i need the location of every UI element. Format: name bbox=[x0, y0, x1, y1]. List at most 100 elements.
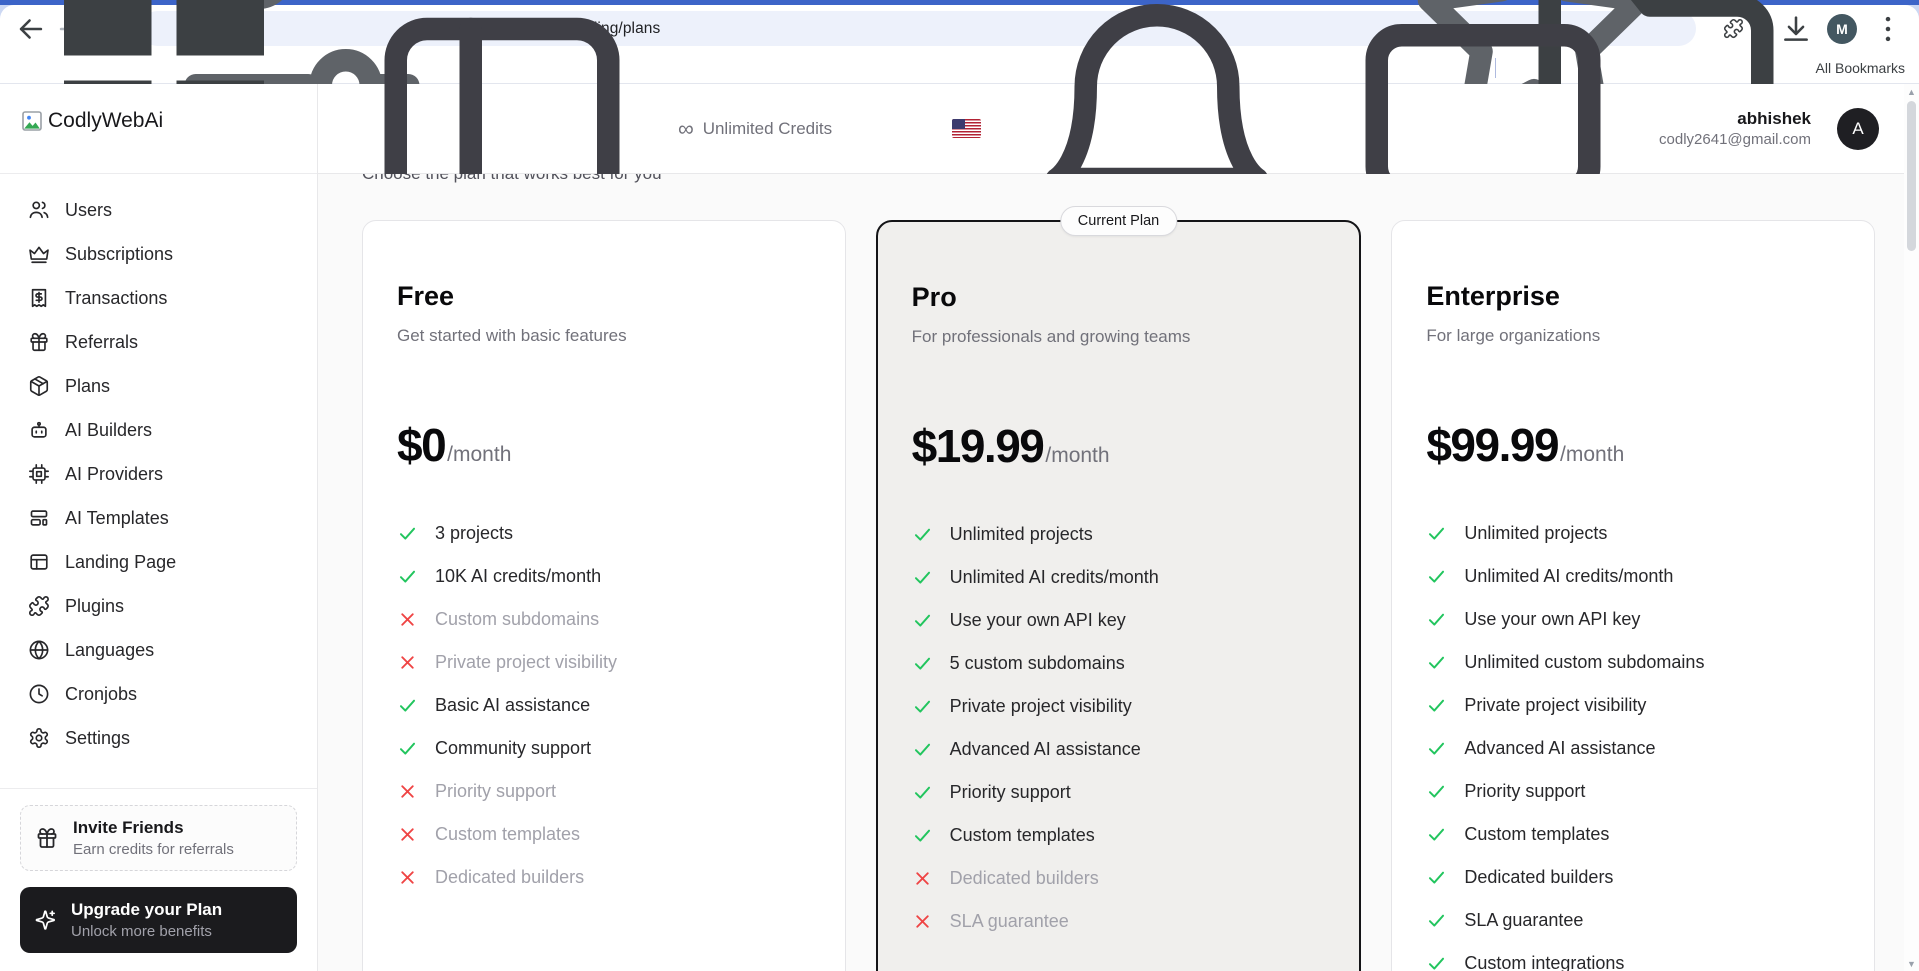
sidebar-item-plans[interactable]: Plans bbox=[0, 364, 317, 408]
plan-features: Unlimited projectsUnlimited AI credits/m… bbox=[1426, 512, 1840, 971]
plan-features: 3 projects10K AI credits/monthCustom sub… bbox=[397, 512, 811, 899]
plan-card-pro: Current PlanProFor professionals and gro… bbox=[876, 220, 1362, 971]
x-icon bbox=[397, 652, 418, 673]
feature-row: Custom templates bbox=[1426, 813, 1840, 856]
sidebar-item-label: AI Providers bbox=[65, 464, 163, 485]
feature-row: Priority support bbox=[912, 771, 1326, 814]
upgrade-plan-title: Upgrade your Plan bbox=[71, 900, 222, 920]
plan-price-row: $0/month bbox=[397, 418, 811, 472]
feature-row: 10K AI credits/month bbox=[397, 555, 811, 598]
feature-label: Private project visibility bbox=[435, 652, 617, 673]
feature-label: Private project visibility bbox=[950, 696, 1132, 717]
sidebar-item-ai-providers[interactable]: AI Providers bbox=[0, 452, 317, 496]
feature-label: Custom templates bbox=[950, 825, 1095, 846]
feature-label: Advanced AI assistance bbox=[950, 739, 1141, 760]
sidebar-item-cronjobs[interactable]: Cronjobs bbox=[0, 672, 317, 716]
sidebar-item-settings[interactable]: Settings bbox=[0, 716, 317, 760]
gear-icon bbox=[28, 727, 50, 749]
plan-name: Enterprise bbox=[1426, 281, 1840, 312]
upgrade-plan-button[interactable]: Upgrade your Plan Unlock more benefits bbox=[20, 887, 297, 953]
app-header: ∞ Unlimited Credits abhishek codly2641@g… bbox=[318, 84, 1919, 174]
feature-row: Private project visibility bbox=[397, 641, 811, 684]
feature-row: Community support bbox=[397, 727, 811, 770]
sidebar-item-users[interactable]: Users bbox=[0, 188, 317, 232]
sparkles-icon bbox=[34, 909, 57, 932]
feature-row: Priority support bbox=[1426, 770, 1840, 813]
check-icon bbox=[912, 653, 933, 674]
language-flag-us[interactable] bbox=[952, 119, 981, 138]
feature-label: SLA guarantee bbox=[1464, 910, 1583, 931]
sidebar-item-label: Plugins bbox=[65, 596, 124, 617]
feature-label: Custom templates bbox=[1464, 824, 1609, 845]
scrollbar-thumb[interactable] bbox=[1907, 101, 1916, 251]
plan-price: $0 bbox=[397, 418, 445, 472]
plan-cards: FreeGet started with basic features$0/mo… bbox=[362, 220, 1875, 971]
check-icon bbox=[912, 782, 933, 803]
gift-icon bbox=[28, 331, 50, 353]
feature-row: Custom integrations bbox=[1426, 942, 1840, 971]
invite-friends-subtitle: Earn credits for referrals bbox=[73, 841, 234, 858]
check-icon bbox=[912, 610, 933, 631]
plan-period: /month bbox=[1045, 444, 1109, 468]
plan-features: Unlimited projectsUnlimited AI credits/m… bbox=[912, 513, 1326, 943]
feature-row: Dedicated builders bbox=[397, 856, 811, 899]
feature-row: Advanced AI assistance bbox=[1426, 727, 1840, 770]
sidebar-item-label: Languages bbox=[65, 640, 154, 661]
user-info[interactable]: abhishek codly2641@gmail.com bbox=[1659, 108, 1811, 150]
sidebar-item-transactions[interactable]: Transactions bbox=[0, 276, 317, 320]
feature-row: Unlimited projects bbox=[1426, 512, 1840, 555]
logo[interactable]: CodlyWebAi bbox=[0, 84, 317, 174]
feature-label: Unlimited projects bbox=[950, 524, 1093, 545]
user-email: codly2641@gmail.com bbox=[1659, 130, 1811, 150]
feature-row: 3 projects bbox=[397, 512, 811, 555]
sidebar-item-landing-page[interactable]: Landing Page bbox=[0, 540, 317, 584]
feature-label: Basic AI assistance bbox=[435, 695, 590, 716]
plan-period: /month bbox=[1560, 443, 1624, 467]
puzzle-icon bbox=[28, 595, 50, 617]
sidebar-item-languages[interactable]: Languages bbox=[0, 628, 317, 672]
logo-broken-image-icon bbox=[20, 109, 44, 133]
receipt-icon bbox=[28, 287, 50, 309]
feature-label: Use your own API key bbox=[950, 610, 1126, 631]
feature-label: Unlimited projects bbox=[1464, 523, 1607, 544]
sidebar-item-label: AI Builders bbox=[65, 420, 152, 441]
sidebar-item-plugins[interactable]: Plugins bbox=[0, 584, 317, 628]
feature-row: Custom templates bbox=[912, 814, 1326, 857]
invite-friends-card[interactable]: Invite Friends Earn credits for referral… bbox=[20, 805, 297, 871]
user-avatar[interactable]: A bbox=[1837, 108, 1879, 150]
check-icon bbox=[1426, 781, 1447, 802]
sidebar-item-subscriptions[interactable]: Subscriptions bbox=[0, 232, 317, 276]
x-icon bbox=[397, 609, 418, 630]
feature-label: Private project visibility bbox=[1464, 695, 1646, 716]
plan-price: $99.99 bbox=[1426, 418, 1558, 472]
app-root: CodlyWebAi UsersSubscriptionsTransaction… bbox=[0, 84, 1919, 971]
feature-row: Custom templates bbox=[397, 813, 811, 856]
sidebar-item-ai-builders[interactable]: AI Builders bbox=[0, 408, 317, 452]
feature-row: Basic AI assistance bbox=[397, 684, 811, 727]
feature-label: Custom integrations bbox=[1464, 953, 1624, 971]
feature-label: Use your own API key bbox=[1464, 609, 1640, 630]
check-icon bbox=[1426, 910, 1447, 931]
plan-name: Pro bbox=[912, 282, 1326, 313]
credits-label: Unlimited Credits bbox=[703, 119, 832, 139]
scrollbar-down-button[interactable]: ▼ bbox=[1904, 956, 1919, 971]
plan-description: For large organizations bbox=[1426, 326, 1840, 346]
feature-row: Custom subdomains bbox=[397, 598, 811, 641]
cpu-icon bbox=[28, 463, 50, 485]
bot-icon bbox=[28, 419, 50, 441]
plan-price-row: $19.99/month bbox=[912, 419, 1326, 473]
x-icon bbox=[912, 911, 933, 932]
sidebar-item-ai-templates[interactable]: AI Templates bbox=[0, 496, 317, 540]
feature-row: Use your own API key bbox=[912, 599, 1326, 642]
sidebar-item-referrals[interactable]: Referrals bbox=[0, 320, 317, 364]
check-icon bbox=[912, 524, 933, 545]
page-scrollbar[interactable]: ▲ ▼ bbox=[1904, 84, 1919, 971]
feature-row: Use your own API key bbox=[1426, 598, 1840, 641]
plan-description: Get started with basic features bbox=[397, 326, 811, 346]
feature-row: Dedicated builders bbox=[1426, 856, 1840, 899]
x-icon bbox=[912, 868, 933, 889]
package-icon bbox=[28, 375, 50, 397]
current-plan-badge: Current Plan bbox=[1060, 206, 1177, 236]
scrollbar-up-button[interactable]: ▲ bbox=[1904, 84, 1919, 99]
sidebar-nav: UsersSubscriptionsTransactionsReferralsP… bbox=[0, 174, 317, 760]
